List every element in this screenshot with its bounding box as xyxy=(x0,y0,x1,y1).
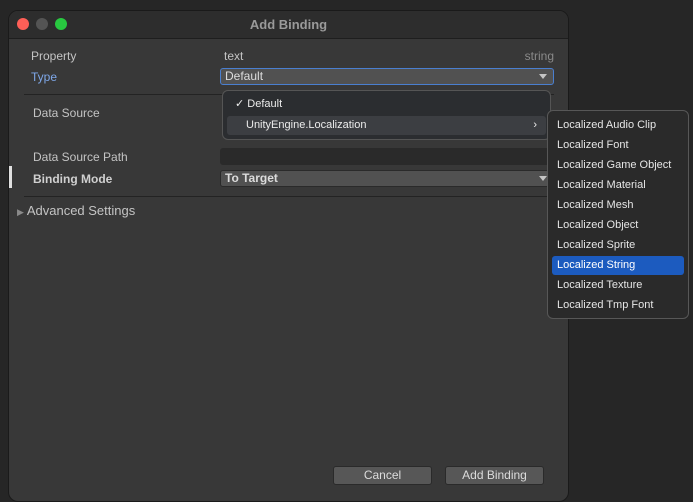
binding-mode-label: Binding Mode xyxy=(33,172,113,186)
property-type: string xyxy=(524,49,554,63)
data-source-path-input[interactable] xyxy=(220,148,554,165)
triangle-right-icon: ▶ xyxy=(17,207,24,217)
type-menu: ✓ Default UnityEngine.Localization › xyxy=(222,90,551,140)
menu-item-unityengine-localization[interactable]: UnityEngine.Localization › xyxy=(227,116,546,135)
advanced-settings-label: Advanced Settings xyxy=(26,203,136,218)
menu-item-localized-tmp-font[interactable]: Localized Tmp Font xyxy=(552,296,684,315)
localization-submenu: Localized Audio Clip Localized Font Loca… xyxy=(547,110,689,319)
data-source-label: Data Source xyxy=(33,106,100,120)
type-label: Type xyxy=(31,70,58,84)
property-value: text xyxy=(224,49,244,63)
window-title: Add Binding xyxy=(249,17,328,32)
type-dropdown[interactable]: Default xyxy=(220,68,554,85)
type-value: Default xyxy=(225,69,264,83)
chevron-down-icon xyxy=(539,176,547,181)
menu-item-localized-texture[interactable]: Localized Texture xyxy=(552,276,684,295)
menu-item-localized-material[interactable]: Localized Material xyxy=(552,176,684,195)
menu-item-label: UnityEngine.Localization xyxy=(246,119,367,131)
data-source-path-label: Data Source Path xyxy=(33,150,128,164)
menu-item-localized-mesh[interactable]: Localized Mesh xyxy=(552,196,684,215)
advanced-settings-foldout[interactable]: ▶ Advanced Settings xyxy=(17,203,135,218)
checkmark-icon: ✓ xyxy=(235,98,245,110)
title-bar: Add Binding xyxy=(9,11,568,39)
menu-item-localized-string[interactable]: Localized String xyxy=(552,256,684,275)
binding-mode-value: To Target xyxy=(225,171,278,185)
menu-item-localized-game-object[interactable]: Localized Game Object xyxy=(552,156,684,175)
menu-item-localized-font[interactable]: Localized Font xyxy=(552,136,684,155)
menu-item-label: Default xyxy=(247,98,283,110)
add-binding-button[interactable]: Add Binding xyxy=(445,466,544,485)
binding-mode-dropdown[interactable]: To Target xyxy=(220,170,554,187)
divider xyxy=(24,196,554,197)
menu-item-localized-object[interactable]: Localized Object xyxy=(552,216,684,235)
menu-item-localized-audio-clip[interactable]: Localized Audio Clip xyxy=(552,116,684,135)
property-label: Property xyxy=(31,49,77,63)
chevron-down-icon xyxy=(539,74,547,79)
cancel-button[interactable]: Cancel xyxy=(333,466,432,485)
menu-item-default[interactable]: ✓ Default xyxy=(235,97,282,110)
chevron-right-icon: › xyxy=(533,119,537,131)
focus-indicator xyxy=(9,166,12,188)
menu-item-localized-sprite[interactable]: Localized Sprite xyxy=(552,236,684,255)
add-binding-window: Add Binding Property text string Type De… xyxy=(8,10,569,502)
